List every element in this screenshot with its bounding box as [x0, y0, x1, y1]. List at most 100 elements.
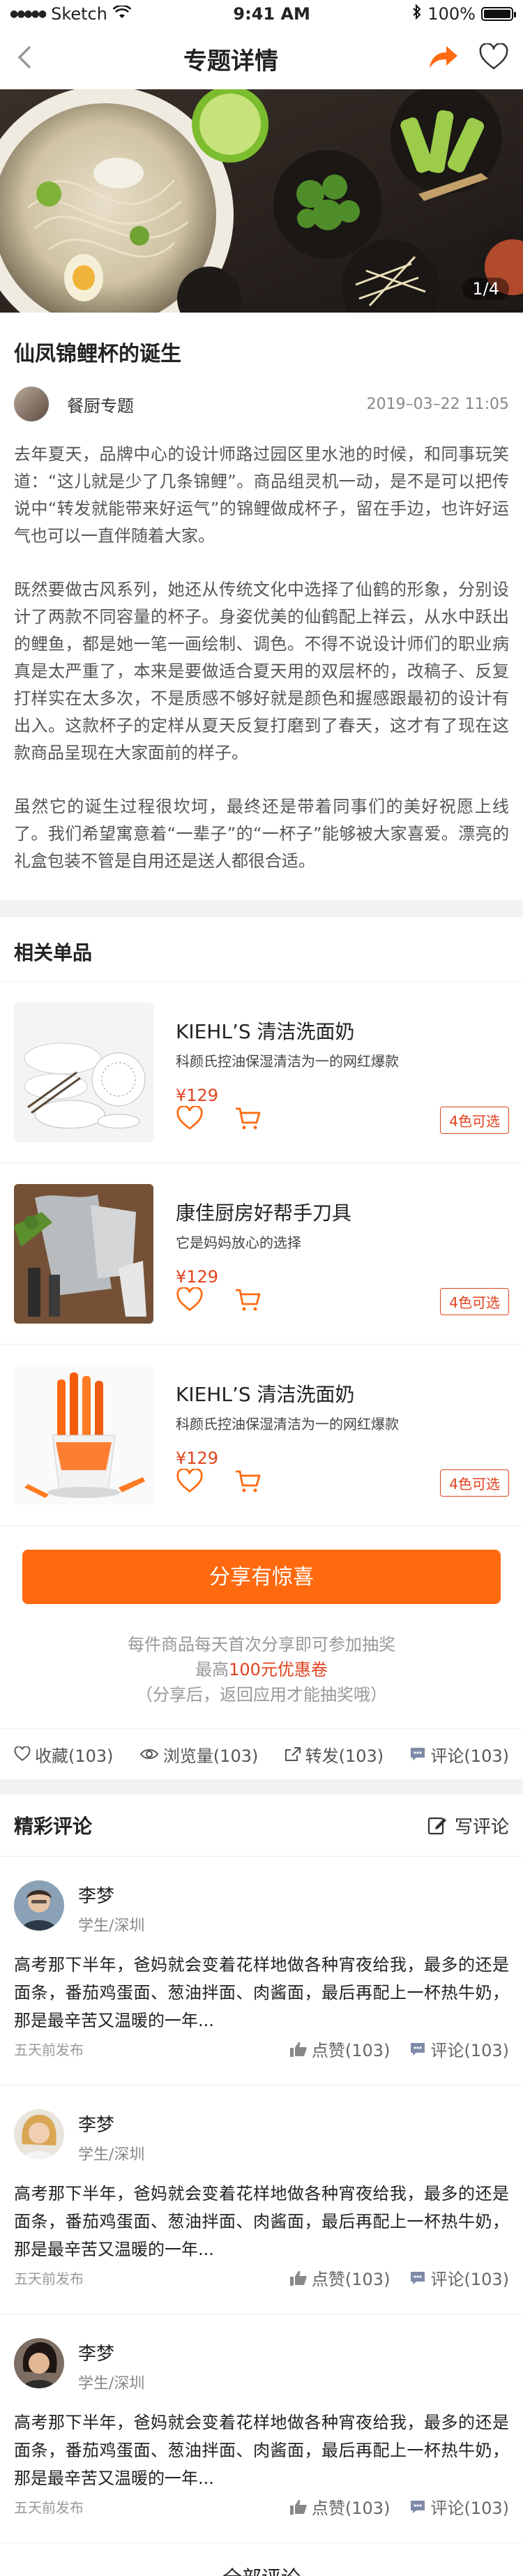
heart-icon	[176, 1467, 203, 1492]
battery-percent: 100%	[427, 4, 476, 24]
like-button[interactable]	[176, 1286, 204, 1315]
food-photo	[0, 89, 523, 313]
comment-time: 五天前发布	[14, 2042, 84, 2058]
product-desc: 它是妈妈放心的选择	[176, 1234, 301, 1251]
carrier-label: Sketch	[51, 4, 107, 24]
publish-date: 2019–03–22 11:05	[366, 395, 509, 413]
favorite-button[interactable]	[478, 43, 509, 74]
product-name[interactable]: 康佳厨房好帮手刀具	[176, 1198, 509, 1226]
product-name[interactable]: KIEHL’S 清洁洗面奶	[176, 1379, 509, 1407]
comment-icon	[411, 2271, 425, 2284]
commenter-name[interactable]: 李梦	[78, 2111, 144, 2136]
thumbs-up-icon	[289, 2270, 307, 2286]
reply-comment-button[interactable]: 评论(103)	[409, 2037, 509, 2061]
topic-detail-page: ●●●●● Sketch 9:41 AM 100% 专题详情 1/4 仙凤锦鲤杯…	[0, 0, 523, 2576]
all-comments-button[interactable]: 全部评论	[0, 2543, 523, 2576]
color-options-badge[interactable]: 4色可选	[440, 1106, 509, 1134]
like-comment-button[interactable]: 点赞(103)	[289, 2266, 391, 2290]
edit-icon	[427, 1817, 446, 1835]
favorites-stat[interactable]: 收藏(103)	[14, 1742, 114, 1767]
article-paragraph: 既然要做古风系列，她还从传统文化中选择了仙鹤的形象，分别设计了两款不同容量的杯子…	[14, 580, 509, 763]
share-arrow-icon	[430, 46, 457, 68]
like-count: 点赞(103)	[311, 2270, 391, 2289]
commenter-avatar[interactable]	[14, 1880, 64, 1931]
author-name[interactable]: 餐厨专题	[67, 392, 134, 417]
comments-section: 精彩评论 写评论 李梦 学生/深圳 高考那下半年，爸妈就会变着花样地做各种宵夜给…	[0, 1795, 523, 2576]
product-desc: 科颜氏控油保湿清洁为一的网红爆款	[176, 1052, 399, 1070]
share-note-line: 每件商品每天首次分享即可参加抽奖	[128, 1635, 395, 1654]
article-paragraph: 去年夏天，品牌中心的设计师路过园区里水池的时候，和同事玩笑道：“这儿就是少了几条…	[14, 444, 509, 546]
article-title: 仙凤锦鲤杯的诞生	[14, 342, 181, 366]
cart-button[interactable]	[234, 1287, 262, 1315]
views-count: 浏览量(103)	[162, 1746, 259, 1766]
cart-button[interactable]	[234, 1106, 262, 1134]
author-avatar[interactable]	[14, 387, 49, 421]
views-stat: 浏览量(103)	[139, 1742, 259, 1767]
comment-item: 李梦 学生/深圳 高考那下半年，爸妈就会变着花样地做各种宵夜给我，最多的还是面条…	[0, 2085, 523, 2314]
page-title: 专题详情	[183, 47, 278, 75]
chevron-left-icon	[17, 46, 31, 68]
coupon-highlight: 100元优惠卷	[229, 1660, 328, 1679]
forward-count: 转发(103)	[305, 1746, 384, 1766]
share-note: 每件商品每天首次分享即可参加抽奖 最高100元优惠卷 （分享后，返回应用才能抽奖…	[22, 1632, 501, 1707]
comment-icon	[411, 2042, 425, 2055]
share-note-line: （分享后，返回应用才能抽奖哦）	[136, 1685, 387, 1705]
product-item[interactable]: 康佳厨房好帮手刀具 它是妈妈放心的选择 ¥129 4色可选	[0, 1162, 523, 1344]
product-desc: 科颜氏控油保湿清洁为一的网红爆款	[176, 1415, 399, 1432]
forward-stat[interactable]: 转发(103)	[285, 1742, 384, 1767]
commenter-name[interactable]: 李梦	[78, 2339, 144, 2365]
comments-stat[interactable]: 评论(103)	[409, 1742, 509, 1767]
like-comment-button[interactable]: 点赞(103)	[289, 2494, 391, 2519]
product-price: ¥129	[176, 1266, 219, 1287]
product-price: ¥129	[176, 1448, 219, 1468]
comment-icon	[411, 1748, 425, 1760]
commenter-name[interactable]: 李梦	[78, 1882, 144, 1908]
product-item[interactable]: KIEHL’S 清洁洗面奶 科颜氏控油保湿清洁为一的网红爆款 ¥129 4色可选	[0, 981, 523, 1162]
reply-comment-button[interactable]: 评论(103)	[409, 2266, 509, 2290]
write-comment-button[interactable]: 写评论	[427, 1813, 509, 1839]
comment-time: 五天前发布	[14, 2499, 84, 2516]
back-button[interactable]	[14, 43, 35, 74]
product-image[interactable]	[14, 1365, 153, 1505]
comment-item: 李梦 学生/深圳 高考那下半年，爸妈就会变着花样地做各种宵夜给我，最多的还是面条…	[0, 1856, 523, 2085]
comments-title: 精彩评论	[14, 1815, 93, 1838]
commenter-avatar[interactable]	[14, 2109, 64, 2159]
reply-comment-button[interactable]: 评论(103)	[409, 2494, 509, 2519]
share-surprise-button[interactable]: 分享有惊喜	[22, 1550, 501, 1604]
color-options-badge[interactable]: 4色可选	[440, 1469, 509, 1497]
commenter-avatar[interactable]	[14, 2338, 64, 2388]
article-paragraph: 虽然它的诞生过程很坎坷，最终还是带着同事们的美好祝愿上线了。我们希望寓意着“一辈…	[14, 797, 509, 871]
like-count: 点赞(103)	[311, 2041, 391, 2060]
product-image[interactable]	[14, 1002, 153, 1142]
like-button[interactable]	[176, 1104, 204, 1134]
write-comment-label: 写评论	[454, 1816, 509, 1838]
bluetooth-icon	[412, 3, 422, 24]
product-name[interactable]: KIEHL’S 清洁洗面奶	[176, 1017, 509, 1044]
like-comment-button[interactable]: 点赞(103)	[289, 2037, 391, 2061]
heart-icon	[479, 43, 508, 70]
section-title: 相关单品	[14, 941, 93, 964]
share-button[interactable]	[427, 43, 459, 74]
heart-icon	[176, 1286, 203, 1311]
favorites-count: 收藏(103)	[35, 1746, 114, 1766]
hero-carousel[interactable]: 1/4	[0, 89, 523, 313]
author-row: 餐厨专题 2019–03–22 11:05	[14, 387, 509, 421]
related-products: 相关单品 KIEHL’S 清洁洗面奶 科颜氏控油保湿清洁为一的网红爆款 ¥129…	[0, 917, 523, 1779]
nav-bar: 专题详情	[0, 28, 523, 89]
share-section: 分享有惊喜 每件商品每天首次分享即可参加抽奖 最高100元优惠卷 （分享后，返回…	[0, 1525, 523, 1728]
cart-icon	[236, 1470, 261, 1492]
forward-icon	[285, 1747, 301, 1761]
product-item[interactable]: KIEHL’S 清洁洗面奶 科颜氏控油保湿清洁为一的网红爆款 ¥129 4色可选	[0, 1344, 523, 1525]
comment-time: 五天前发布	[14, 2270, 84, 2287]
cart-icon	[236, 1289, 261, 1310]
comment-text: 高考那下半年，爸妈就会变着花样地做各种宵夜给我，最多的还是面条，番茄鸡蛋面、葱油…	[14, 2413, 509, 2488]
color-options-badge[interactable]: 4色可选	[440, 1287, 509, 1315]
like-count: 点赞(103)	[311, 2499, 391, 2518]
product-image[interactable]	[14, 1183, 153, 1324]
commenter-role: 学生/深圳	[78, 1917, 145, 1935]
comment-item: 李梦 学生/深圳 高考那下半年，爸妈就会变着花样地做各种宵夜给我，最多的还是面条…	[0, 2314, 523, 2543]
cart-button[interactable]	[234, 1469, 262, 1497]
signal-icon: ●●●●●	[10, 8, 47, 20]
thumbs-up-icon	[289, 2499, 307, 2515]
like-button[interactable]	[176, 1467, 204, 1497]
